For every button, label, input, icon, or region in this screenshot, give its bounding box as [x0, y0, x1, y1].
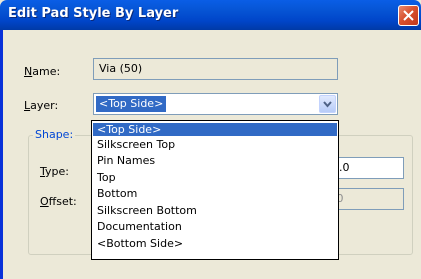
- window-title: Edit Pad Style By Layer: [8, 6, 179, 21]
- chevron-down-icon: [323, 101, 332, 108]
- close-button[interactable]: [398, 5, 419, 26]
- title-bar[interactable]: Edit Pad Style By Layer: [0, 0, 421, 30]
- layer-selected-value: <Top Side>: [96, 96, 167, 112]
- type-label: Type:: [40, 165, 69, 178]
- layer-option-pin-names[interactable]: Pin Names: [93, 154, 337, 167]
- shape-group-label: Shape:: [33, 128, 76, 141]
- offset-label: Offset:: [40, 195, 77, 208]
- layer-dropdown-list[interactable]: <Top Side> Silkscreen Top Pin Names Top …: [91, 120, 339, 260]
- layer-option-documentation[interactable]: Documentation: [93, 220, 337, 233]
- layer-select[interactable]: <Top Side>: [93, 93, 338, 115]
- name-label-rest: ame:: [32, 65, 61, 78]
- layer-option-bottom[interactable]: Bottom: [93, 187, 337, 200]
- layer-label: Layer:: [24, 99, 59, 112]
- layer-option-silkscreen-top[interactable]: Silkscreen Top: [93, 138, 337, 151]
- layer-dropdown-button[interactable]: [319, 95, 336, 113]
- name-label: Name:: [24, 65, 61, 78]
- layer-option-top[interactable]: Top: [93, 171, 337, 184]
- offset-label-rest: ffset:: [48, 195, 77, 208]
- name-value: Via (50): [99, 62, 143, 75]
- layer-label-rest: ayer:: [30, 99, 59, 112]
- layer-option-silkscreen-bottom[interactable]: Silkscreen Bottom: [93, 204, 337, 217]
- type-label-rest: ype:: [45, 165, 69, 178]
- layer-option-bottom-side[interactable]: <Bottom Side>: [93, 237, 337, 250]
- layer-option-top-side[interactable]: <Top Side>: [93, 123, 337, 136]
- name-field: Via (50): [93, 58, 338, 80]
- close-icon: [403, 10, 414, 21]
